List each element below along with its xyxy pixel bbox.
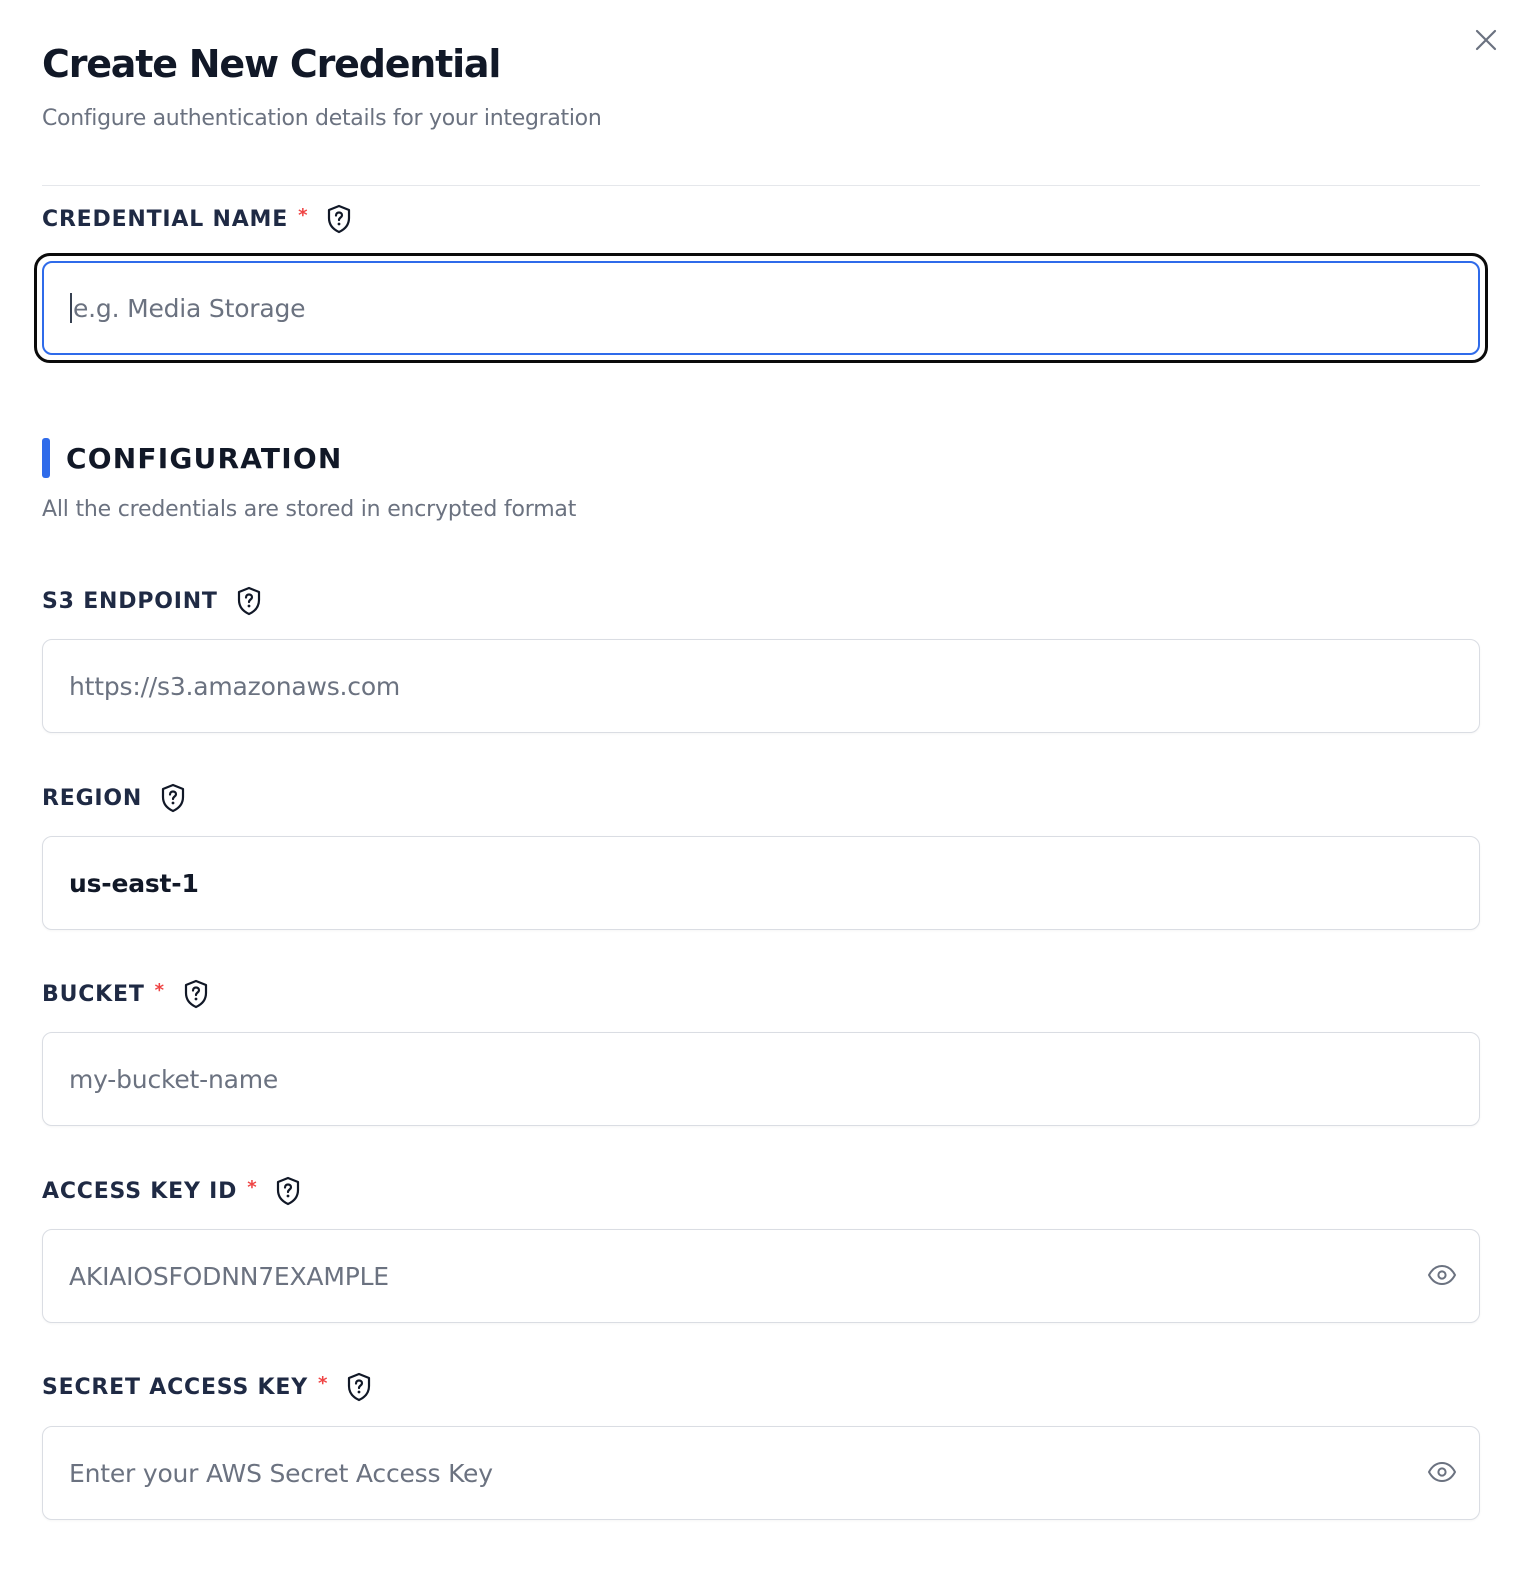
- bucket-help[interactable]: [183, 979, 209, 1009]
- secret-access-key-placeholder: Enter your AWS Secret Access Key: [69, 1458, 493, 1488]
- shield-question-icon: [328, 204, 351, 234]
- configuration-title: CONFIGURATION: [66, 441, 343, 475]
- credential-name-input[interactable]: e.g. Media Storage: [42, 261, 1480, 355]
- secret-access-key-help[interactable]: [346, 1372, 372, 1402]
- credential-name-help[interactable]: [326, 204, 352, 234]
- region-help[interactable]: [160, 783, 186, 813]
- dialog-title: Create New Credential: [42, 42, 501, 86]
- credential-name-placeholder: e.g. Media Storage: [73, 293, 306, 323]
- region-input[interactable]: us-east-1: [42, 836, 1480, 930]
- bucket-label: BUCKET *: [42, 978, 209, 1010]
- region-value: us-east-1: [69, 868, 199, 898]
- secret-access-key-input[interactable]: Enter your AWS Secret Access Key: [42, 1426, 1480, 1520]
- s3-endpoint-placeholder: https://s3.amazonaws.com: [69, 671, 401, 701]
- toggle-visibility-button[interactable]: [1427, 1263, 1457, 1293]
- text-caret: [70, 293, 72, 323]
- toggle-visibility-button[interactable]: [1427, 1460, 1457, 1490]
- access-key-id-input[interactable]: AKIAIOSFODNN7EXAMPLE: [42, 1229, 1480, 1323]
- shield-question-icon: [162, 783, 185, 813]
- access-key-id-help[interactable]: [275, 1176, 301, 1206]
- required-marker: *: [317, 1372, 329, 1394]
- bucket-input[interactable]: my-bucket-name: [42, 1032, 1480, 1126]
- close-button[interactable]: [1470, 24, 1502, 56]
- bucket-label-text: BUCKET: [42, 981, 145, 1007]
- shield-question-icon: [348, 1372, 371, 1402]
- s3-endpoint-label: S3 ENDPOINT: [42, 585, 262, 617]
- required-marker: *: [298, 204, 309, 226]
- access-key-id-label-text: ACCESS KEY ID: [42, 1178, 238, 1204]
- access-key-id-placeholder: AKIAIOSFODNN7EXAMPLE: [69, 1261, 389, 1291]
- shield-question-icon: [184, 979, 207, 1009]
- configuration-description: All the credentials are stored in encryp…: [42, 497, 577, 522]
- create-credential-dialog: Create New Credential Configure authenti…: [0, 0, 1522, 1594]
- required-marker: *: [247, 1176, 258, 1198]
- secret-access-key-label: SECRET ACCESS KEY *: [42, 1371, 372, 1403]
- access-key-id-label: ACCESS KEY ID *: [42, 1175, 301, 1207]
- required-marker: *: [154, 979, 165, 1001]
- close-icon: [1475, 29, 1497, 51]
- eye-icon: [1428, 1462, 1456, 1482]
- s3-endpoint-input[interactable]: https://s3.amazonaws.com: [42, 639, 1480, 733]
- section-accent-bar: [42, 438, 50, 478]
- region-label-text: REGION: [42, 785, 143, 811]
- eye-icon: [1428, 1265, 1456, 1285]
- credential-name-label: CREDENTIAL NAME *: [42, 203, 352, 235]
- region-label: REGION: [42, 782, 186, 814]
- bucket-placeholder: my-bucket-name: [69, 1064, 279, 1094]
- shield-question-icon: [237, 586, 260, 616]
- credential-name-label-text: CREDENTIAL NAME: [42, 206, 289, 232]
- dialog-subtitle: Configure authentication details for you…: [42, 106, 602, 131]
- s3-endpoint-label-text: S3 ENDPOINT: [42, 588, 218, 614]
- secret-access-key-label-text: SECRET ACCESS KEY: [42, 1374, 308, 1400]
- s3-endpoint-help[interactable]: [236, 586, 262, 616]
- shield-question-icon: [277, 1176, 300, 1206]
- header-divider: [42, 185, 1480, 186]
